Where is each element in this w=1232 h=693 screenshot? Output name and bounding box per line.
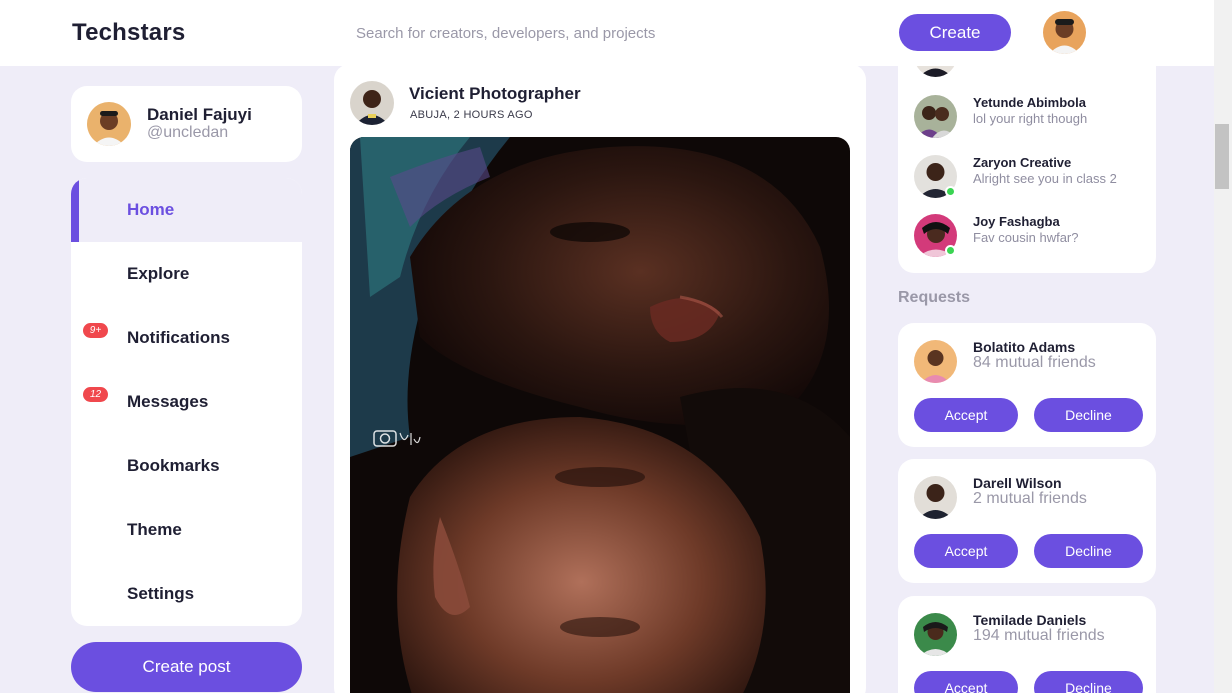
friend-request-card: Darell Wilson 2 mutual friends Accept De…	[898, 459, 1156, 583]
notifications-badge: 9+	[83, 323, 108, 338]
create-button[interactable]: Create	[899, 14, 1011, 51]
sidebar-item-messages[interactable]: 12 Messages	[71, 370, 302, 434]
accept-button[interactable]: Accept	[914, 671, 1018, 693]
user-avatar[interactable]	[1043, 11, 1086, 54]
online-indicator	[945, 245, 956, 256]
page-scrollbar[interactable]	[1214, 0, 1232, 693]
decline-button[interactable]: Decline	[1034, 534, 1143, 568]
message-sender: Zaryon Creative	[973, 155, 1072, 170]
sidebar-item-home[interactable]: Home	[71, 178, 302, 242]
sidebar-menu: Home Explore 9+ Notifications 12 Message…	[71, 178, 302, 626]
sidebar-item-label: Bookmarks	[127, 456, 220, 475]
message-avatar	[914, 95, 957, 138]
message-avatar	[914, 214, 957, 257]
request-name[interactable]: Darell Wilson	[973, 475, 1062, 491]
post-image[interactable]	[350, 137, 850, 693]
accept-button[interactable]: Accept	[914, 534, 1018, 568]
friend-request-card: Temilade Daniels 194 mutual friends Acce…	[898, 596, 1156, 693]
sidebar-item-label: Messages	[127, 392, 209, 411]
feed-post: Vicient Photographer ABUJA, 2 HOURS AGO	[334, 64, 866, 693]
sidebar-item-theme[interactable]: Theme	[71, 498, 302, 562]
decline-button[interactable]: Decline	[1034, 398, 1143, 432]
request-name[interactable]: Temilade Daniels	[973, 612, 1086, 628]
search-input[interactable]	[346, 17, 766, 49]
message-sender: Joy Fashagba	[973, 214, 1060, 229]
message-item[interactable]: Zaryon Creative Alright see you in class…	[898, 155, 1156, 203]
friend-request-card: Bolatito Adams 84 mutual friends Accept …	[898, 323, 1156, 447]
create-post-button[interactable]: Create post	[71, 642, 302, 692]
top-bar: Techstars Create	[0, 0, 1214, 66]
sidebar-item-bookmarks[interactable]: Bookmarks	[71, 434, 302, 498]
sidebar-item-notifications[interactable]: 9+ Notifications	[71, 306, 302, 370]
request-mutual-friends: 194 mutual friends	[973, 627, 1105, 644]
message-item[interactable]: Joy Fashagba Fav cousin hwfar?	[898, 214, 1156, 262]
post-meta: ABUJA, 2 HOURS AGO	[410, 109, 533, 121]
request-name[interactable]: Bolatito Adams	[973, 339, 1075, 355]
message-item[interactable]: Yetunde Abimbola lol your right though	[898, 95, 1156, 143]
message-preview: Alright see you in class 2	[973, 171, 1117, 186]
sidebar-item-label: Notifications	[127, 328, 230, 347]
message-avatar	[914, 155, 957, 198]
request-avatar[interactable]	[914, 613, 957, 656]
decline-button[interactable]: Decline	[1034, 671, 1143, 693]
profile-handle: @uncledan	[147, 124, 229, 141]
accept-button[interactable]: Accept	[914, 398, 1018, 432]
messages-badge: 12	[83, 387, 108, 402]
post-author-name[interactable]: Vicient Photographer	[409, 84, 581, 104]
sidebar-item-label: Settings	[127, 584, 195, 603]
sidebar-item-label: Theme	[127, 520, 182, 539]
sidebar-item-explore[interactable]: Explore	[71, 242, 302, 306]
request-avatar[interactable]	[914, 340, 957, 383]
request-mutual-friends: 2 mutual friends	[973, 490, 1087, 507]
profile-avatar	[87, 102, 131, 146]
sidebar-item-label: Home	[127, 200, 175, 219]
message-sender: Yetunde Abimbola	[973, 95, 1086, 110]
app-logo[interactable]: Techstars	[72, 19, 185, 47]
request-mutual-friends: 84 mutual friends	[973, 354, 1096, 371]
sidebar-item-label: Explore	[127, 264, 190, 283]
profile-name: Daniel Fajuyi	[147, 105, 252, 124]
request-avatar[interactable]	[914, 476, 957, 519]
online-indicator	[945, 186, 956, 197]
scrollbar-thumb[interactable]	[1215, 124, 1229, 189]
profile-card[interactable]: Daniel Fajuyi @uncledan	[71, 86, 302, 162]
sidebar-item-settings[interactable]: Settings	[71, 562, 302, 626]
messages-panel: Yetunde Abimbola lol your right though Z…	[898, 50, 1156, 273]
message-preview: Fav cousin hwfar?	[973, 230, 1079, 245]
message-preview: lol your right though	[973, 111, 1088, 126]
requests-heading: Requests	[898, 289, 971, 306]
post-author-avatar[interactable]	[350, 81, 394, 125]
